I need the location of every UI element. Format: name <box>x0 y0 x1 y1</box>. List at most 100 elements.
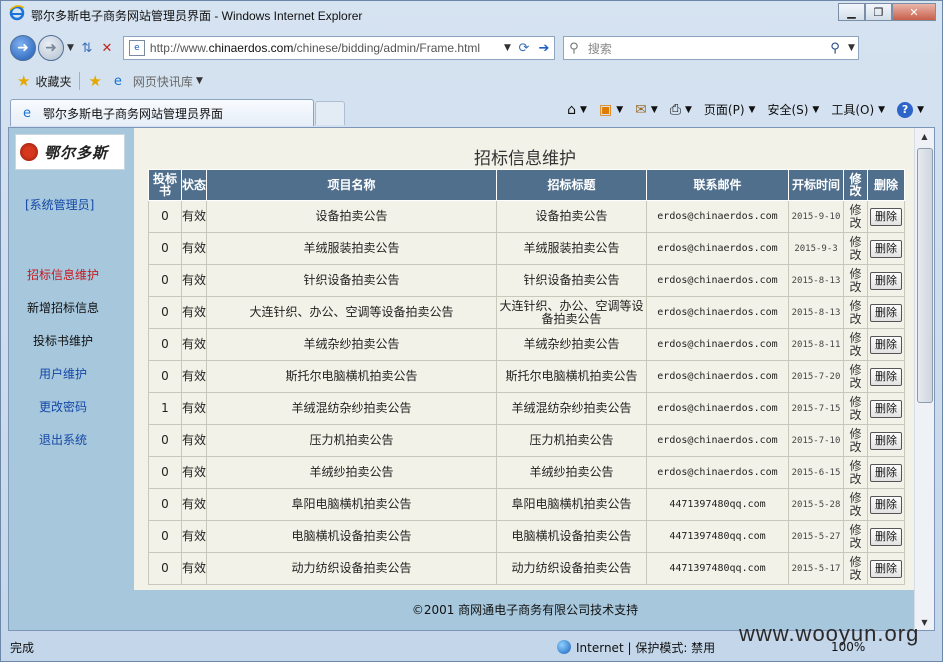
back-button[interactable]: ➜ <box>10 35 36 61</box>
safety-menu[interactable]: 安全(S) <box>767 101 808 118</box>
cell-project-name: 羊绒服装拍卖公告 <box>206 232 497 265</box>
edit-link[interactable]: 修改 <box>843 424 868 457</box>
search-dropdown-icon[interactable]: ▼ <box>848 43 855 53</box>
tools-menu[interactable]: 工具(O) <box>831 101 874 118</box>
delete-button[interactable]: 删除 <box>870 559 902 578</box>
cell-bid-count: 0 <box>148 232 182 265</box>
scroll-up-icon[interactable]: ▲ <box>915 128 934 145</box>
safety-dropdown-icon[interactable]: ▼ <box>812 105 819 115</box>
sidebar-item-change-password[interactable]: 更改密码 <box>39 398 87 415</box>
add-favorite-icon[interactable]: ★ <box>88 72 101 90</box>
cell-status: 有效 <box>181 232 207 265</box>
cell-bid-title: 针织设备拍卖公告 <box>496 264 647 297</box>
new-tab-button[interactable] <box>315 101 345 125</box>
col-header-project: 项目名称 <box>206 169 497 201</box>
compat-view-icon[interactable]: ⇅ <box>77 38 97 58</box>
delete-button[interactable]: 删除 <box>870 303 902 322</box>
feeds-icon[interactable]: ▣ <box>599 102 612 118</box>
table-row: 0 有效 斯托尔电脑横机拍卖公告 斯托尔电脑横机拍卖公告 erdos@chinaerdo… <box>148 360 905 393</box>
page-menu[interactable]: 页面(P) <box>704 101 745 118</box>
sidebar-item-logout[interactable]: 退出系统 <box>39 431 87 448</box>
edit-link[interactable]: 修改 <box>843 520 868 553</box>
table-row: 0 有效 设备拍卖公告 设备拍卖公告 erdos@chinaerdos.com 2015-… <box>148 200 905 233</box>
search-icon[interactable]: ⚲ <box>825 38 845 58</box>
delete-button[interactable]: 删除 <box>870 527 902 546</box>
home-icon[interactable]: ⌂ <box>567 102 576 118</box>
address-dropdown-icon[interactable]: ▼ <box>504 43 511 53</box>
history-dropdown-icon[interactable]: ▼ <box>67 43 74 53</box>
delete-button[interactable]: 删除 <box>870 239 902 258</box>
cell-open-date: 2015-9-3 <box>788 232 844 265</box>
edit-link[interactable]: 修改 <box>843 264 868 297</box>
feeds-dropdown-icon[interactable]: ▼ <box>616 105 623 115</box>
sidebar-item-bid-info[interactable]: 招标信息维护 <box>27 266 99 283</box>
cell-bid-count: 0 <box>148 456 182 489</box>
cell-open-date: 2015-7-15 <box>788 392 844 425</box>
cell-open-date: 2015-8-13 <box>788 296 844 329</box>
url-text[interactable]: http://www.chinaerdos.com/chinese/biddin… <box>150 41 501 55</box>
delete-button[interactable]: 删除 <box>870 271 902 290</box>
cell-project-name: 压力机拍卖公告 <box>206 424 497 457</box>
cell-project-name: 羊绒混纺杂纱拍卖公告 <box>206 392 497 425</box>
sidebar-item-tenders[interactable]: 投标书维护 <box>33 332 93 349</box>
maximize-button[interactable]: ❐ <box>865 3 892 21</box>
delete-button[interactable]: 删除 <box>870 207 902 226</box>
cell-delete: 删除 <box>867 296 905 329</box>
admin-role-label: [系统管理员] <box>25 198 95 212</box>
help-icon[interactable]: ? <box>897 101 914 118</box>
search-input[interactable]: ⚲ 搜索 ⚲ ▼ <box>562 36 859 60</box>
page-dropdown-icon[interactable]: ▼ <box>749 105 756 115</box>
cell-bid-count: 0 <box>148 200 182 233</box>
edit-link[interactable]: 修改 <box>843 552 868 585</box>
table-row: 0 有效 动力纺织设备拍卖公告 动力纺织设备拍卖公告 4471397480qq.com 2… <box>148 552 905 585</box>
security-zone[interactable]: Internet | 保护模式: 禁用 <box>557 639 715 656</box>
stop-icon[interactable]: ✕ <box>97 38 117 58</box>
address-field[interactable]: e http://www.chinaerdos.com/chinese/bidd… <box>122 36 555 60</box>
tools-dropdown-icon[interactable]: ▼ <box>878 105 885 115</box>
edit-link[interactable]: 修改 <box>843 360 868 393</box>
cell-delete: 删除 <box>867 200 905 233</box>
favorites-star-icon[interactable]: ★ <box>17 72 30 90</box>
print-dropdown-icon[interactable]: ▼ <box>685 105 692 115</box>
sidebar-item-add-bid[interactable]: 新增招标信息 <box>27 299 99 316</box>
edit-link[interactable]: 修改 <box>843 488 868 521</box>
command-bar: ⌂ ▼ ▣ ▼ ✉ ▼ ⎙ ▼ 页面(P) ▼ 安全(S) ▼ 工具(O) ▼ ? ▼ <box>567 101 924 118</box>
edit-link[interactable]: 修改 <box>843 456 868 489</box>
sidebar-item-users[interactable]: 用户维护 <box>39 365 87 382</box>
minimize-button[interactable]: ▁ <box>838 3 865 21</box>
edit-link[interactable]: 修改 <box>843 328 868 361</box>
edit-link[interactable]: 修改 <box>843 232 868 265</box>
cell-contact-email: 4471397480qq.com <box>646 488 789 521</box>
bid-table: 投标书 状态 项目名称 招标标题 联系邮件 开标时间 修改 删除 0 有效 设备拍卖… <box>148 169 905 585</box>
tab-active[interactable]: e 鄂尔多斯电子商务网站管理员界面 <box>10 99 314 126</box>
edit-link[interactable]: 修改 <box>843 392 868 425</box>
edit-link[interactable]: 修改 <box>843 296 868 329</box>
close-button[interactable]: ✕ <box>892 3 936 21</box>
delete-button[interactable]: 删除 <box>870 463 902 482</box>
cell-bid-count: 0 <box>148 520 182 553</box>
print-icon[interactable]: ⎙ <box>670 102 681 118</box>
web-slice-gallery-link[interactable]: 网页快讯库 <box>133 73 193 90</box>
cell-contact-email: erdos@chinaerdos.com <box>646 232 789 265</box>
help-dropdown-icon[interactable]: ▼ <box>917 105 924 115</box>
mail-dropdown-icon[interactable]: ▼ <box>651 105 658 115</box>
delete-button[interactable]: 删除 <box>870 335 902 354</box>
browser-window: 鄂尔多斯电子商务网站管理员界面 - Windows Internet Explo… <box>0 0 943 662</box>
zone-label: Internet | 保护模式: 禁用 <box>576 640 716 655</box>
vertical-scrollbar[interactable]: ▲ ▼ <box>914 128 934 630</box>
edit-link[interactable]: 修改 <box>843 200 868 233</box>
web-slice-dropdown-icon[interactable]: ▼ <box>196 76 203 86</box>
delete-button[interactable]: 删除 <box>870 495 902 514</box>
mail-icon[interactable]: ✉ <box>635 102 647 118</box>
go-icon[interactable]: ➔ <box>534 38 554 58</box>
cell-status: 有效 <box>181 328 207 361</box>
home-dropdown-icon[interactable]: ▼ <box>580 105 587 115</box>
scroll-thumb[interactable] <box>917 148 933 403</box>
favorites-button[interactable]: 收藏夹 <box>35 73 71 90</box>
delete-button[interactable]: 删除 <box>870 367 902 386</box>
cell-project-name: 动力纺织设备拍卖公告 <box>206 552 497 585</box>
refresh-icon[interactable]: ⟳ <box>514 38 534 58</box>
forward-button[interactable]: ➜ <box>38 35 64 61</box>
delete-button[interactable]: 删除 <box>870 431 902 450</box>
delete-button[interactable]: 删除 <box>870 399 902 418</box>
